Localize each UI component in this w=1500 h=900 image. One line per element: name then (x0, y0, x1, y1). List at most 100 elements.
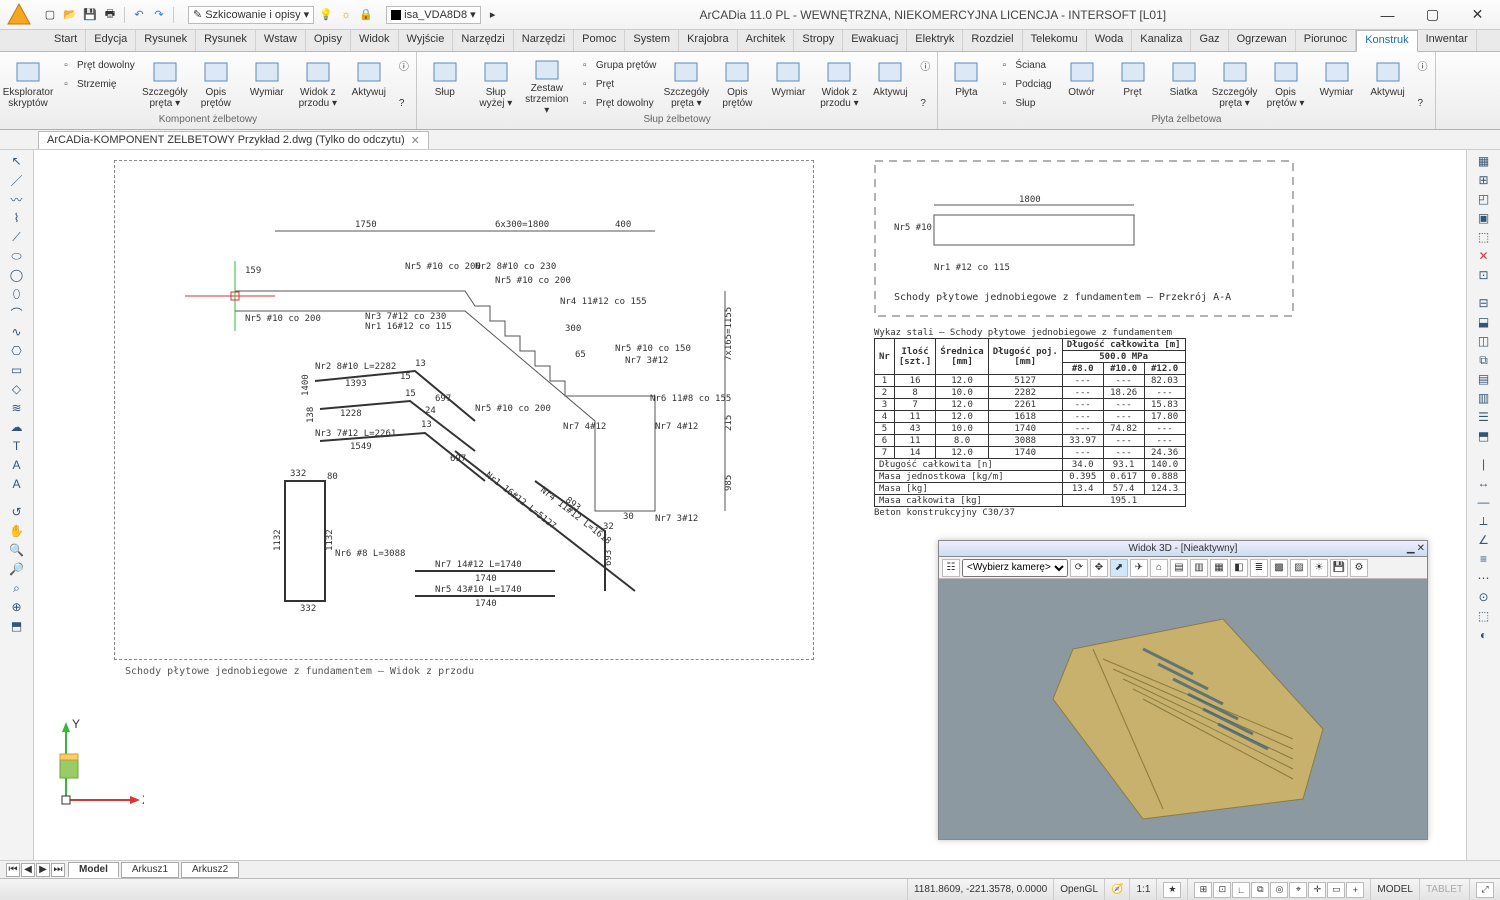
ribbon-tab-rysunek[interactable]: Rysunek (196, 30, 256, 51)
ribbon-tab-architekt[interactable]: Architek (738, 30, 795, 51)
snap-btn-9[interactable]: + (1346, 882, 1364, 898)
maximize-button[interactable]: ▢ (1410, 0, 1455, 30)
ribbon-tab-konstrukcje[interactable]: Konstruk (1356, 30, 1417, 52)
view3d-min-icon[interactable]: ▁ (1407, 541, 1415, 557)
ribbon-smallbtn[interactable]: ▫Słup (993, 94, 1054, 112)
view3d-save-icon[interactable]: 💾 (1330, 559, 1348, 577)
ribbon-smallbtn[interactable]: ▫Grupa prętów (574, 56, 660, 74)
right-tool-8[interactable]: ⊟ (1475, 294, 1493, 312)
left-tool-19[interactable]: ↺ (8, 503, 26, 521)
ribbon-tab-elektryka[interactable]: Elektryk (907, 30, 963, 51)
ribbon-bigbtn[interactable]: Szczegółypręta ▾ (141, 56, 189, 114)
ribbon-bigbtn[interactable]: Szczegółypręta ▾ (1211, 56, 1259, 114)
view3d-side-icon[interactable]: ▦ (1210, 559, 1228, 577)
view3d-render1-icon[interactable]: ▩ (1270, 559, 1288, 577)
undo-icon[interactable]: ↶ (131, 7, 147, 23)
left-tool-16[interactable]: A (8, 456, 26, 474)
ribbon-bigbtn[interactable]: Płyta (942, 56, 990, 114)
sheet-nav-next[interactable]: ▶ (36, 863, 50, 877)
ribbon-tab-opisy[interactable]: Opisy (306, 30, 351, 51)
left-tool-22[interactable]: 🔎 (8, 560, 26, 578)
sheet-nav-first[interactable]: ⏮ (6, 863, 20, 877)
ribbon-tab-rozdzielnice[interactable]: Rozdziel (963, 30, 1022, 51)
sheet-nav-last[interactable]: ⏭ (51, 863, 65, 877)
left-tool-7[interactable]: ⬯ (8, 285, 26, 303)
new-icon[interactable]: ▢ (42, 7, 58, 23)
ribbon-tab-gaz[interactable]: Gaz (1191, 30, 1228, 51)
ribbon-bigbtn[interactable]: Opisprętów (192, 56, 240, 114)
snap-btn-7[interactable]: ✛ (1308, 882, 1326, 898)
ribbon-tab-widok[interactable]: Widok (351, 30, 399, 51)
left-tool-1[interactable]: ／ (8, 171, 26, 189)
ribbon-smallbtn[interactable]: ▫Ściana (993, 56, 1054, 74)
sheet-tab-arkusz2[interactable]: Arkusz2 (181, 862, 239, 878)
ribbon-bigbtn[interactable]: Widok zprzodu ▾ (815, 56, 863, 114)
status-expand-icon[interactable]: ⤢ (1476, 882, 1494, 898)
right-tool-15[interactable]: ⬒ (1475, 427, 1493, 445)
ribbon-bigbtn[interactable]: Wymiar (243, 56, 291, 114)
right-tool-1[interactable]: ⊞ (1475, 171, 1493, 189)
right-tool-0[interactable]: ▦ (1475, 152, 1493, 170)
left-tool-0[interactable]: ↖ (8, 152, 26, 170)
ribbon-bigbtn[interactable]: Aktywuj (345, 56, 393, 114)
ribbon-bigbtn[interactable]: Pręt (1109, 56, 1157, 114)
group-info-icon[interactable]: ⓘ (1415, 56, 1431, 74)
view3d-pan-icon[interactable]: ✥ (1090, 559, 1108, 577)
lock-icon[interactable]: 🔒 (358, 7, 374, 23)
snap-btn-5[interactable]: ◎ (1270, 882, 1288, 898)
left-tool-24[interactable]: ⊕ (8, 598, 26, 616)
ribbon-tab-stropy[interactable]: Stropy (794, 30, 843, 51)
snap-btn-3[interactable]: ∟ (1232, 882, 1250, 898)
snap-btn-4[interactable]: ⧉ (1251, 882, 1269, 898)
ribbon-smallbtn[interactable]: ▫Pręt dowolny (55, 56, 138, 74)
group-help-icon[interactable]: ? (1415, 94, 1431, 112)
ribbon-bigbtn[interactable]: Wymiar (1313, 56, 1361, 114)
left-tool-5[interactable]: ⬭ (8, 247, 26, 265)
ribbon-bigbtn[interactable]: Słup (421, 56, 469, 114)
left-tool-9[interactable]: ∿ (8, 323, 26, 341)
left-tool-11[interactable]: ▭ (8, 361, 26, 379)
ribbon-smallbtn[interactable]: ▫Pręt (574, 75, 660, 93)
close-button[interactable]: ✕ (1455, 0, 1500, 30)
ribbon-tab-start[interactable]: Start (46, 30, 86, 51)
ribbon-tab-inwentaryzacja[interactable]: Inwentar (1418, 30, 1477, 51)
ribbon-bigbtn[interactable]: Otwór (1058, 56, 1106, 114)
sheet-tab-arkusz1[interactable]: Arkusz1 (121, 862, 179, 878)
minimize-button[interactable]: — (1365, 0, 1410, 30)
right-tool-19[interactable]: — (1475, 493, 1493, 511)
ribbon-tab-rysunek[interactable]: Rysunek (136, 30, 196, 51)
left-tool-17[interactable]: A (8, 475, 26, 493)
left-tool-14[interactable]: ☁ (8, 418, 26, 436)
ribbon-tab-ogrzewanie[interactable]: Ogrzewan (1229, 30, 1296, 51)
ribbon-tab-system[interactable]: System (625, 30, 679, 51)
ribbon-bigbtn[interactable]: Aktywuj (866, 56, 914, 114)
left-tool-12[interactable]: ◇ (8, 380, 26, 398)
snap-btn-2[interactable]: ⊡ (1213, 882, 1231, 898)
ribbon-tab-piorunochron[interactable]: Piorunoc (1296, 30, 1356, 51)
play-icon[interactable]: ▸ (485, 7, 501, 23)
sun-icon[interactable]: ☼ (338, 7, 354, 23)
view3d-iso-icon[interactable]: ◧ (1230, 559, 1248, 577)
left-tool-4[interactable]: ⟋ (8, 228, 26, 246)
right-tool-17[interactable]: | (1475, 455, 1493, 473)
left-tool-15[interactable]: T (8, 437, 26, 455)
right-tool-4[interactable]: ⬚ (1475, 228, 1493, 246)
ribbon-tab-ewakuacja[interactable]: Ewakuacj (843, 30, 907, 51)
close-tab-icon[interactable]: ✕ (411, 134, 420, 147)
snap-btn-8[interactable]: ▭ (1327, 882, 1345, 898)
right-tool-25[interactable]: ⬚ (1475, 607, 1493, 625)
view3d-opts-icon[interactable]: ⚙ (1350, 559, 1368, 577)
print-icon[interactable]: 🖶 (102, 7, 118, 23)
sheet-tab-model[interactable]: Model (68, 862, 119, 878)
ribbon-bigbtn[interactable]: Opisprętów ▾ (1262, 56, 1310, 114)
ribbon-tab-woda[interactable]: Woda (1087, 30, 1133, 51)
right-tool-12[interactable]: ▤ (1475, 370, 1493, 388)
view3d-fly-icon[interactable]: ✈ (1130, 559, 1148, 577)
drawing-canvas[interactable]: 1750 6x300=1800 400 7x165=1155 215 985 3… (34, 150, 1466, 860)
right-tool-14[interactable]: ☰ (1475, 408, 1493, 426)
ribbon-tab-krajobraz[interactable]: Krajobra (679, 30, 738, 51)
left-tool-6[interactable]: ◯ (8, 266, 26, 284)
view3d-orbit-icon[interactable]: ⟳ (1070, 559, 1088, 577)
view3d-sun-icon[interactable]: ☀ (1310, 559, 1328, 577)
view3d-walk-icon[interactable]: ⬈ (1110, 559, 1128, 577)
